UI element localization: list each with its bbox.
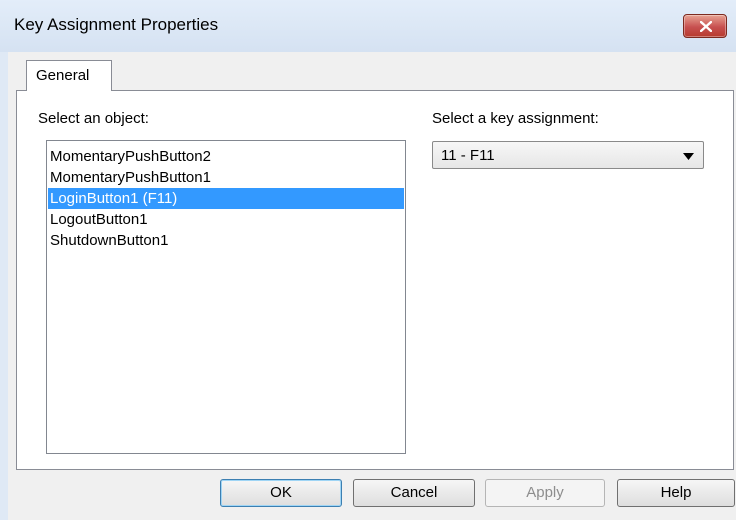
object-listbox[interactable]: MomentaryPushButton2 MomentaryPushButton… [46, 140, 406, 454]
list-item-selected[interactable]: LoginButton1 (F11) [48, 188, 404, 209]
key-assignment-label: Select a key assignment: [432, 110, 599, 127]
close-icon [700, 21, 712, 32]
window-title: Key Assignment Properties [14, 15, 219, 34]
list-item[interactable]: MomentaryPushButton2 [48, 146, 404, 167]
title-bar: Key Assignment Properties [0, 0, 736, 52]
list-item[interactable]: LogoutButton1 [48, 209, 404, 230]
ok-button[interactable]: OK [220, 479, 342, 507]
close-button[interactable] [683, 14, 727, 38]
apply-button[interactable]: Apply [485, 479, 605, 507]
list-item[interactable]: MomentaryPushButton1 [48, 167, 404, 188]
cancel-button[interactable]: Cancel [353, 479, 475, 507]
list-item[interactable]: ShutdownButton1 [48, 230, 404, 251]
dialog-body: General Select an object: MomentaryPushB… [8, 52, 736, 520]
object-list-label: Select an object: [38, 110, 149, 127]
key-assignment-value: 11 - F11 [441, 147, 495, 164]
help-button[interactable]: Help [617, 479, 735, 507]
tab-general[interactable]: General [26, 60, 112, 91]
tab-general-label: General [36, 67, 90, 84]
key-assignment-dropdown[interactable]: 11 - F11 [432, 141, 704, 169]
dropdown-arrow-icon [683, 153, 694, 160]
